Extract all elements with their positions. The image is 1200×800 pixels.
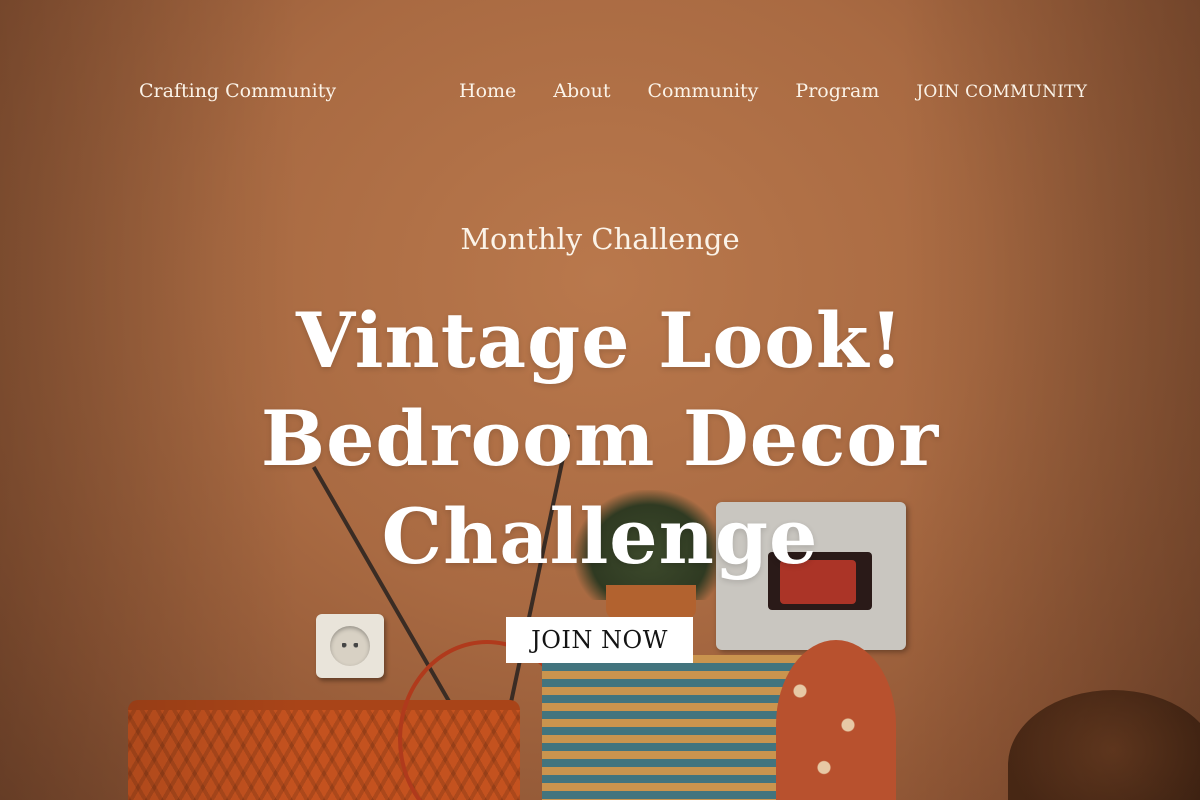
headline-line-2: Bedroom Decor <box>260 394 940 483</box>
hero-headline: Vintage Look! Bedroom Decor Challenge <box>100 292 1100 586</box>
headline-line-3: Challenge <box>381 492 819 581</box>
hero-eyebrow: Monthly Challenge <box>460 222 740 256</box>
headline-line-1: Vintage Look! <box>296 296 904 385</box>
hero-section: Monthly Challenge Vintage Look! Bedroom … <box>0 0 1200 800</box>
join-now-button[interactable]: JOIN NOW <box>506 617 693 663</box>
